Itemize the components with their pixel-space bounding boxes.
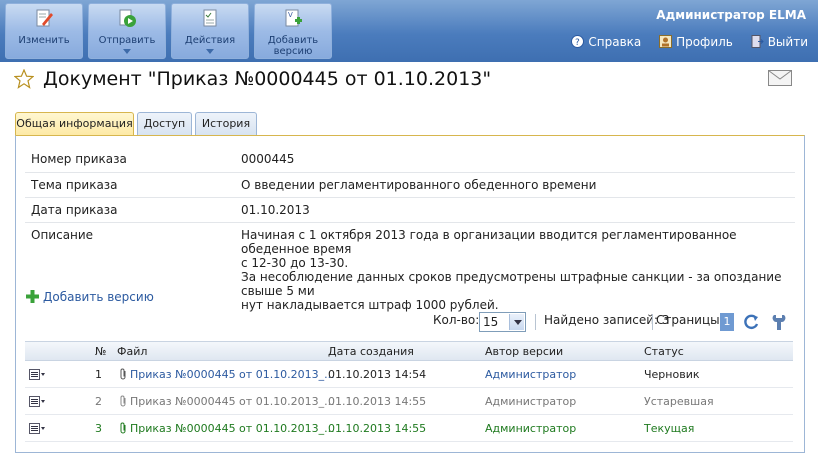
author-link[interactable]: Администратор bbox=[485, 422, 576, 435]
col-file[interactable]: Файл bbox=[117, 345, 147, 358]
count-label: Кол-во: bbox=[433, 313, 480, 327]
col-author[interactable]: Автор версии bbox=[485, 345, 563, 358]
plus-icon bbox=[26, 290, 39, 303]
actions-icon bbox=[203, 9, 217, 27]
row-date: 01.10.2013 14:55 bbox=[328, 422, 427, 435]
svg-text:V: V bbox=[288, 11, 293, 19]
col-status[interactable]: Статус bbox=[644, 345, 684, 358]
row-date: 01.10.2013 14:55 bbox=[328, 395, 427, 408]
toolbar: Изменить Отправить Действия V Добавить в… bbox=[0, 0, 818, 62]
table-row: 2 Приказ №0000445 от 01.10.2013_... 01.1… bbox=[25, 389, 793, 415]
row-status: Черновик bbox=[644, 368, 700, 381]
tab-history[interactable]: История bbox=[195, 112, 257, 135]
add-version-button-label: Добавить версию bbox=[267, 35, 319, 57]
paperclip-icon bbox=[120, 422, 126, 434]
file-link[interactable]: Приказ №0000445 от 01.10.2013_... bbox=[120, 395, 335, 408]
divider bbox=[25, 197, 795, 198]
file-link[interactable]: Приказ №0000445 от 01.10.2013_... bbox=[120, 368, 335, 381]
edit-button-label: Изменить bbox=[18, 35, 70, 46]
row-menu-icon[interactable] bbox=[29, 369, 45, 380]
user-name[interactable]: Администратор ELMA bbox=[656, 8, 806, 22]
svg-text:?: ? bbox=[575, 38, 580, 48]
author-link[interactable]: Администратор bbox=[485, 395, 576, 408]
page-1-button[interactable]: 1 bbox=[720, 313, 734, 331]
chevron-down-icon bbox=[206, 49, 214, 54]
row-menu-icon[interactable] bbox=[29, 396, 45, 407]
col-date[interactable]: Дата создания bbox=[328, 345, 414, 358]
add-version-button[interactable]: V Добавить версию bbox=[254, 3, 332, 59]
send-button[interactable]: Отправить bbox=[88, 3, 166, 59]
profile-link[interactable]: Профиль bbox=[659, 35, 733, 49]
actions-button-label: Действия bbox=[184, 35, 236, 46]
field-label-date: Дата приказа bbox=[31, 203, 118, 217]
add-version-icon: V bbox=[285, 9, 302, 27]
field-value-description: Начиная с 1 октября 2013 года в организа… bbox=[241, 228, 782, 312]
pages-label: Страницы: bbox=[656, 313, 724, 327]
logout-link[interactable]: Выйти bbox=[751, 35, 808, 49]
row-menu-icon[interactable] bbox=[29, 423, 45, 434]
row-num: 2 bbox=[95, 395, 102, 408]
settings-icon[interactable] bbox=[771, 313, 787, 331]
row-status: Текущая bbox=[644, 422, 695, 435]
send-button-label: Отправить bbox=[98, 35, 156, 46]
help-icon: ? bbox=[571, 35, 585, 48]
paperclip-icon bbox=[120, 395, 126, 407]
page-title: Документ "Приказ №0000445 от 01.10.2013" bbox=[43, 68, 492, 90]
table-row: 3 Приказ №0000445 от 01.10.2013_... 01.1… bbox=[25, 416, 793, 442]
add-version-link[interactable]: Добавить версию bbox=[26, 290, 154, 304]
actions-button[interactable]: Действия bbox=[171, 3, 249, 59]
mail-icon[interactable] bbox=[768, 70, 792, 86]
field-value-subject: О введении регламентированного обеденног… bbox=[241, 178, 597, 192]
star-icon[interactable] bbox=[14, 69, 34, 89]
field-label-description: Описание bbox=[31, 228, 94, 242]
row-date: 01.10.2013 14:54 bbox=[328, 368, 427, 381]
divider bbox=[535, 314, 536, 330]
row-status: Устаревшая bbox=[644, 395, 714, 408]
send-icon bbox=[119, 9, 136, 27]
chevron-down-icon bbox=[123, 49, 131, 54]
table-row: 1 Приказ №0000445 от 01.10.2013_... 01.1… bbox=[25, 362, 793, 388]
row-num: 1 bbox=[95, 368, 102, 381]
divider bbox=[25, 172, 795, 173]
page-size-select[interactable]: 15 bbox=[479, 312, 526, 332]
refresh-icon[interactable] bbox=[742, 313, 760, 331]
field-label-order-number: Номер приказа bbox=[31, 152, 127, 166]
divider bbox=[25, 222, 795, 223]
tab-general[interactable]: Общая информация bbox=[15, 112, 134, 136]
col-num[interactable]: № bbox=[95, 345, 106, 358]
help-link[interactable]: ? Справка bbox=[571, 35, 641, 49]
profile-icon bbox=[659, 35, 673, 48]
field-label-subject: Тема приказа bbox=[31, 178, 118, 192]
file-link[interactable]: Приказ №0000445 от 01.10.2013_... bbox=[120, 422, 335, 435]
tab-access[interactable]: Доступ bbox=[137, 112, 192, 135]
page-size-value: 15 bbox=[483, 315, 499, 329]
divider bbox=[652, 314, 653, 330]
top-links: ? Справка Профиль Выйти bbox=[557, 35, 808, 49]
records-found: Найдено записей: 3 bbox=[544, 313, 670, 327]
edit-icon bbox=[36, 9, 53, 27]
field-value-order-number: 0000445 bbox=[241, 152, 295, 166]
row-num: 3 bbox=[95, 422, 102, 435]
table-header: № Файл Дата создания Автор версии Статус bbox=[25, 341, 793, 361]
logout-icon bbox=[751, 35, 764, 48]
field-value-date: 01.10.2013 bbox=[241, 203, 310, 217]
edit-button[interactable]: Изменить bbox=[5, 3, 83, 59]
chevron-down-icon bbox=[509, 314, 524, 330]
paperclip-icon bbox=[120, 368, 126, 380]
author-link[interactable]: Администратор bbox=[485, 368, 576, 381]
